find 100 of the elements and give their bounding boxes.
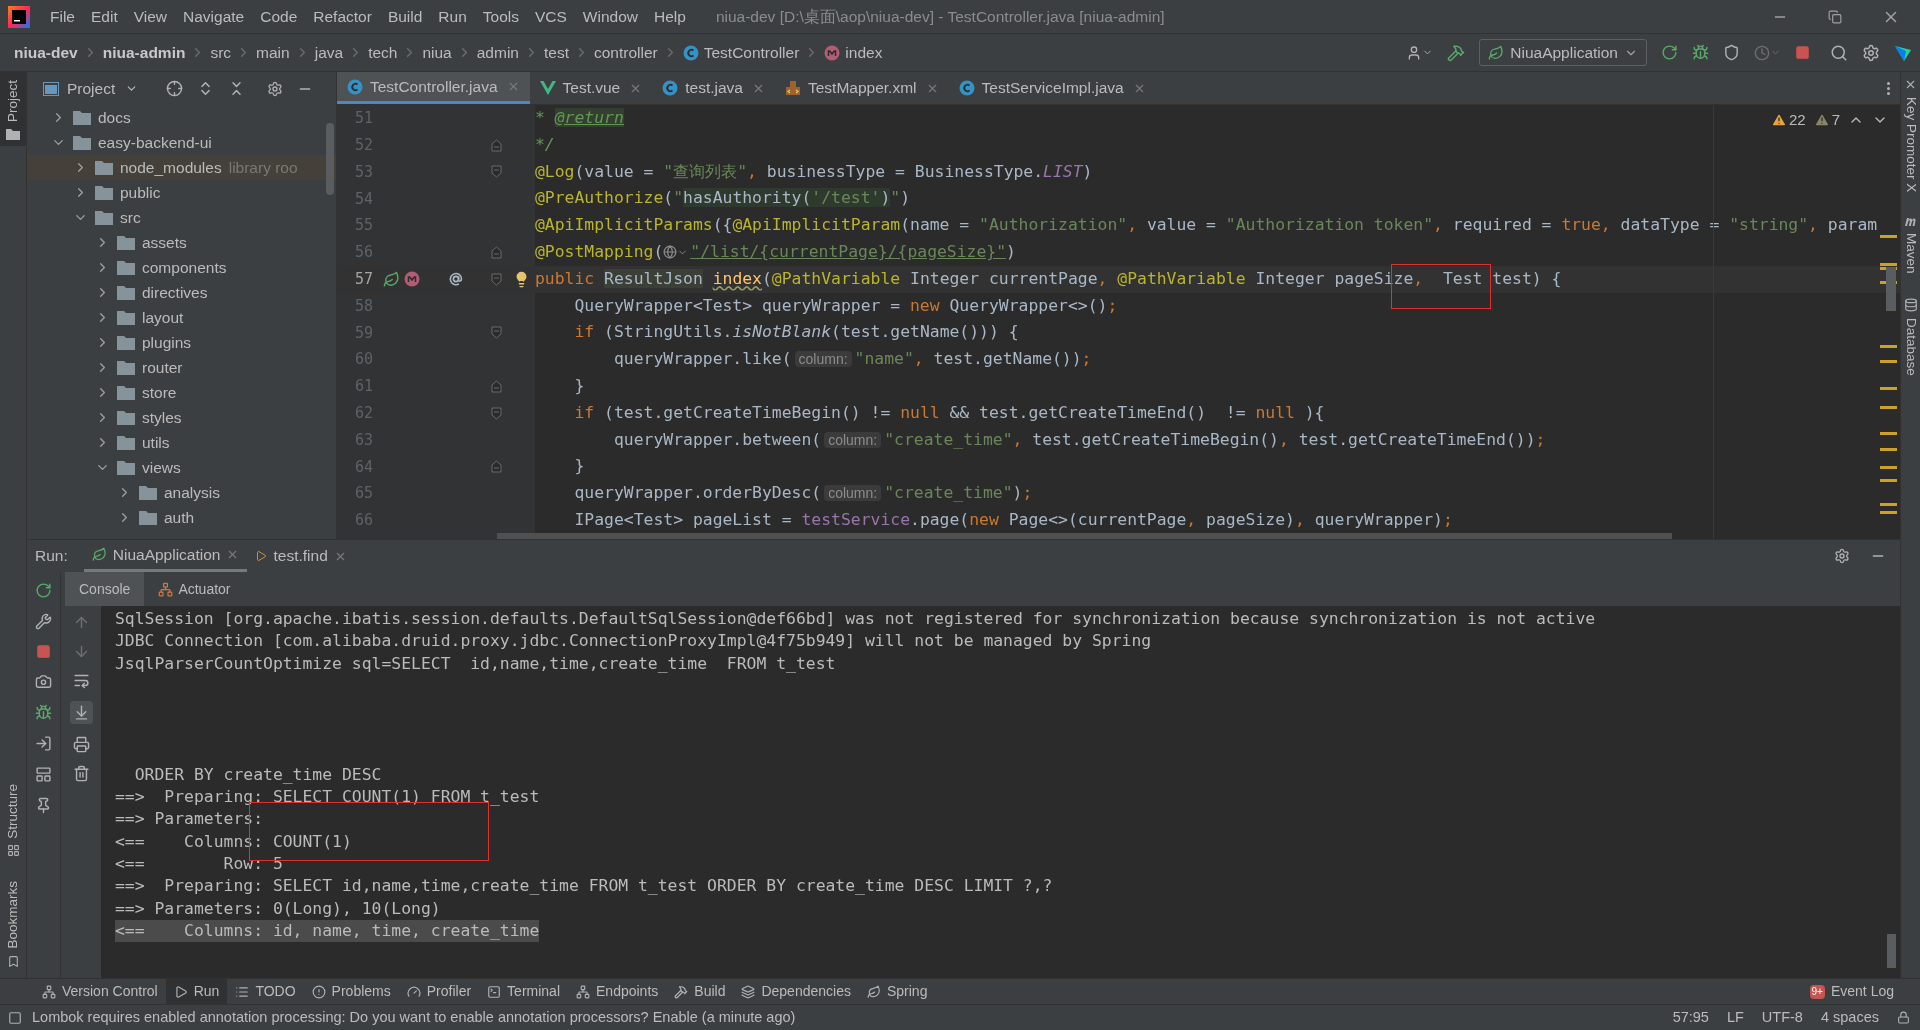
tool-window-button[interactable]: Version Control bbox=[34, 979, 166, 1004]
menu-item[interactable]: Navigate bbox=[175, 4, 253, 29]
user-icon[interactable] bbox=[1406, 44, 1434, 61]
breadcrumb-item[interactable]: test bbox=[543, 40, 569, 65]
tree-item-label[interactable]: store bbox=[142, 380, 177, 405]
settings-icon[interactable] bbox=[1862, 43, 1880, 62]
tool-window-tab[interactable]: Database bbox=[1900, 317, 1920, 376]
editor-tab[interactable]: Test.vue bbox=[529, 72, 653, 104]
tree-item-label[interactable]: router bbox=[142, 355, 183, 380]
console-tab[interactable]: Actuator bbox=[144, 572, 245, 606]
tree-item-label[interactable]: auth bbox=[164, 505, 195, 530]
project-view-dropdown[interactable]: Project bbox=[67, 76, 139, 101]
tree-item-label[interactable]: public bbox=[120, 180, 161, 205]
tree-item-label[interactable]: directives bbox=[142, 280, 208, 305]
menu-item[interactable]: Refactor bbox=[305, 4, 380, 29]
breadcrumb-item[interactable]: index bbox=[845, 40, 883, 65]
rerun-icon[interactable] bbox=[1661, 44, 1678, 61]
tree-item-label[interactable]: utils bbox=[142, 430, 170, 455]
breadcrumb-item[interactable]: niua-admin bbox=[102, 40, 186, 65]
mapper-icon[interactable] bbox=[404, 271, 420, 288]
console-tab[interactable]: Console bbox=[65, 572, 145, 606]
event-log-button[interactable]: 9+ Event Log bbox=[1809, 979, 1894, 1004]
fold-marker-icon[interactable] bbox=[490, 379, 502, 393]
tree-item-label[interactable]: assets bbox=[142, 230, 187, 255]
more-icon[interactable] bbox=[1887, 81, 1890, 95]
settings-icon[interactable] bbox=[267, 80, 284, 97]
scrollbar-thumb[interactable] bbox=[497, 533, 1672, 539]
stop-icon[interactable] bbox=[1795, 45, 1810, 60]
tool-window-button[interactable]: Spring bbox=[858, 979, 936, 1004]
at-icon[interactable] bbox=[448, 271, 464, 288]
exit-icon[interactable] bbox=[35, 735, 52, 752]
tool-window-button[interactable]: TODO bbox=[227, 979, 304, 1004]
tree-item-label[interactable]: layout bbox=[142, 305, 184, 330]
tree-item-label[interactable]: easy-backend-ui bbox=[98, 130, 212, 155]
tool-window-button[interactable]: Problems bbox=[303, 979, 399, 1004]
breadcrumb-item[interactable]: niua-dev bbox=[14, 40, 78, 65]
tool-window-button[interactable]: Build bbox=[666, 979, 734, 1004]
bug-icon[interactable] bbox=[1692, 44, 1709, 61]
status-item[interactable]: 4 spaces bbox=[1820, 1006, 1879, 1029]
tree-item-label[interactable]: analysis bbox=[164, 480, 220, 505]
scrollbar-thumb[interactable] bbox=[1887, 934, 1896, 968]
tool-window-tab[interactable]: Key Promoter X bbox=[1900, 97, 1920, 193]
breadcrumb-item[interactable]: admin bbox=[476, 40, 519, 65]
breadcrumb-item[interactable]: main bbox=[256, 40, 290, 65]
scrollbar-thumb[interactable] bbox=[326, 123, 334, 195]
fold-marker-icon[interactable] bbox=[490, 272, 502, 286]
trash-icon[interactable] bbox=[72, 765, 90, 782]
run-tab[interactable]: test.find bbox=[247, 540, 355, 572]
settings-icon[interactable] bbox=[1834, 548, 1850, 564]
menu-item[interactable]: Help bbox=[646, 4, 694, 29]
tool-window-tab[interactable]: Structure bbox=[2, 783, 24, 839]
menu-item[interactable]: Build bbox=[379, 4, 431, 29]
tree-item-label[interactable]: views bbox=[142, 455, 181, 480]
soft-wrap-icon[interactable] bbox=[72, 672, 90, 689]
tree-item-label[interactable]: src bbox=[120, 205, 141, 230]
wrench-icon[interactable] bbox=[35, 613, 52, 630]
toolbox-logo[interactable] bbox=[1894, 43, 1912, 62]
rerun-icon[interactable] bbox=[35, 582, 52, 599]
menu-item[interactable]: View bbox=[125, 4, 176, 29]
scroll-to-end-icon[interactable] bbox=[69, 701, 93, 724]
breadcrumb-item[interactable]: src bbox=[210, 40, 232, 65]
stop-icon[interactable] bbox=[36, 644, 51, 659]
menu-item[interactable]: Window bbox=[574, 4, 646, 29]
fold-marker-icon[interactable] bbox=[490, 245, 502, 259]
hammer-icon[interactable] bbox=[1447, 43, 1466, 62]
clock-icon[interactable] bbox=[1754, 44, 1781, 61]
globe-icon[interactable] bbox=[663, 245, 689, 260]
tool-window-button[interactable]: Dependencies bbox=[733, 979, 859, 1004]
fold-marker-icon[interactable] bbox=[490, 460, 502, 474]
status-item[interactable]: LF bbox=[1726, 1006, 1744, 1029]
breadcrumb-item[interactable]: tech bbox=[368, 40, 398, 65]
tool-window-tab[interactable]: Bookmarks bbox=[2, 881, 24, 949]
editor-tab[interactable]: test.java bbox=[652, 72, 775, 104]
bug-icon[interactable] bbox=[35, 704, 52, 721]
fold-marker-icon[interactable] bbox=[490, 165, 502, 179]
crosshair-icon[interactable] bbox=[166, 80, 184, 97]
editor-tab[interactable]: TestController.java bbox=[337, 72, 530, 104]
menu-item[interactable]: Edit bbox=[83, 4, 126, 29]
editor-tab[interactable]: TestServiceImpl.java bbox=[948, 72, 1156, 104]
panel-toggle-icon[interactable] bbox=[8, 1010, 22, 1025]
tool-window-button[interactable]: Terminal bbox=[479, 979, 568, 1004]
printer-icon[interactable] bbox=[72, 736, 90, 753]
pin-icon[interactable] bbox=[35, 797, 52, 814]
weak-warning-count[interactable]: 7 bbox=[1831, 109, 1840, 132]
restore-icon[interactable] bbox=[1828, 9, 1842, 24]
shield-icon[interactable] bbox=[1723, 44, 1740, 61]
camera-icon[interactable] bbox=[35, 673, 52, 690]
menu-item[interactable]: Code bbox=[252, 4, 306, 29]
menu-item[interactable]: File bbox=[42, 4, 83, 29]
menu-item[interactable]: Run bbox=[430, 4, 475, 29]
search-icon[interactable] bbox=[1830, 43, 1848, 62]
breadcrumb-item[interactable]: niua bbox=[422, 40, 452, 65]
weak-warning-icon[interactable] bbox=[1813, 112, 1830, 129]
tool-window-tab[interactable]: Maven bbox=[1900, 233, 1920, 274]
warning-icon[interactable] bbox=[1770, 112, 1787, 129]
warning-count[interactable]: 22 bbox=[1788, 109, 1806, 132]
bean-icon[interactable] bbox=[383, 270, 400, 288]
tool-window-button[interactable]: Run bbox=[165, 979, 228, 1004]
tree-item-label[interactable]: docs bbox=[98, 105, 131, 130]
fold-marker-icon[interactable] bbox=[490, 326, 502, 340]
